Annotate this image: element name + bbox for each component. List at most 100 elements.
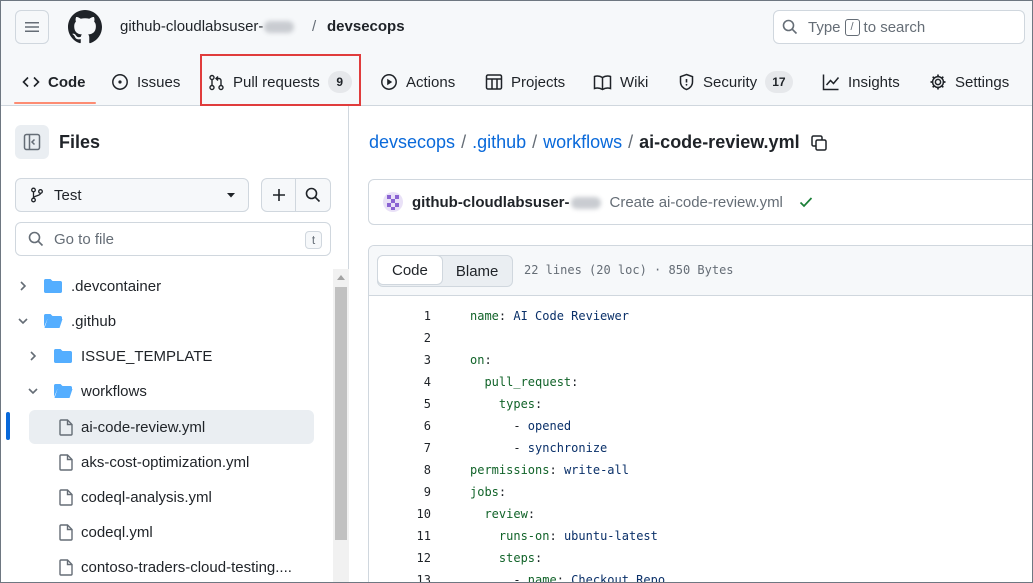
check-icon[interactable] bbox=[798, 194, 814, 210]
tab-label: Projects bbox=[511, 73, 566, 91]
scroll-up-arrow-icon[interactable] bbox=[337, 275, 345, 280]
security-counter: 17 bbox=[765, 71, 793, 93]
book-icon bbox=[593, 74, 612, 90]
line-number[interactable]: 13 bbox=[369, 569, 431, 582]
tree-item-codeql[interactable]: codeql.yml bbox=[59, 515, 331, 549]
code-line: 2 bbox=[369, 327, 1032, 349]
search-input[interactable]: Type / to search bbox=[773, 10, 1025, 44]
line-number[interactable]: 7 bbox=[369, 437, 431, 459]
line-number[interactable]: 8 bbox=[369, 459, 431, 481]
branch-selector[interactable]: Test bbox=[15, 178, 249, 212]
code-view-button[interactable]: Code bbox=[377, 255, 443, 285]
plus-icon bbox=[272, 189, 285, 201]
repo-link[interactable]: devsecops bbox=[327, 18, 405, 35]
code-line: 12 steps: bbox=[369, 547, 1032, 569]
line-number[interactable]: 11 bbox=[369, 525, 431, 547]
github-logo-icon[interactable] bbox=[68, 10, 102, 44]
add-file-button[interactable] bbox=[262, 179, 297, 211]
commit-message[interactable]: Create ai-code-review.yml bbox=[610, 194, 783, 211]
line-number[interactable]: 2 bbox=[369, 327, 431, 349]
chevron-right-icon bbox=[20, 281, 27, 291]
file-icon bbox=[59, 523, 73, 541]
search-icon bbox=[305, 187, 321, 203]
hamburger-icon bbox=[25, 22, 39, 32]
blame-view-button[interactable]: Blame bbox=[442, 256, 513, 286]
line-number[interactable]: 3 bbox=[369, 349, 431, 371]
tree-item-label: ISSUE_TEMPLATE bbox=[81, 347, 213, 365]
line-number[interactable]: 5 bbox=[369, 393, 431, 415]
tab-issues[interactable]: Issues bbox=[111, 59, 180, 105]
commit-author[interactable]: github-cloudlabsuser- bbox=[412, 194, 601, 211]
tab-settings[interactable]: Settings bbox=[929, 59, 1009, 105]
code-line: 11 runs-on: ubuntu-latest bbox=[369, 525, 1032, 547]
line-number[interactable]: 4 bbox=[369, 371, 431, 393]
file-view: devsecops / .github / workflows / ai-cod… bbox=[349, 106, 1032, 582]
menu-button[interactable] bbox=[15, 10, 49, 44]
avatar[interactable] bbox=[383, 192, 403, 212]
tree-item-contoso-traders[interactable]: contoso-traders-cloud-testing.... bbox=[59, 550, 331, 582]
tree-item-ai-code-review[interactable]: ai-code-review.yml bbox=[29, 410, 314, 444]
line-content: permissions: write-all bbox=[470, 463, 629, 477]
line-content: steps: bbox=[498, 551, 543, 565]
shield-icon bbox=[679, 73, 694, 91]
identicon-icon bbox=[387, 195, 399, 210]
file-icon bbox=[59, 558, 73, 576]
breadcrumb-github-link[interactable]: .github bbox=[472, 132, 526, 153]
tree-item-codeql-analysis[interactable]: codeql-analysis.yml bbox=[59, 480, 331, 514]
line-number[interactable]: 9 bbox=[369, 481, 431, 503]
line-number[interactable]: 10 bbox=[369, 503, 431, 525]
file-tree-scrollbar[interactable] bbox=[333, 269, 349, 582]
breadcrumb-workflows-link[interactable]: workflows bbox=[543, 132, 622, 153]
line-number[interactable]: 1 bbox=[369, 305, 431, 327]
tab-projects[interactable]: Projects bbox=[485, 59, 565, 105]
collapse-sidebar-button[interactable] bbox=[15, 125, 49, 159]
selected-tab-indicator bbox=[14, 102, 96, 104]
tab-code[interactable]: Code bbox=[22, 59, 86, 105]
code-line: 4 pull_request: bbox=[369, 371, 1032, 393]
redacted-name bbox=[264, 21, 295, 34]
line-content: runs-on: ubuntu-latest bbox=[498, 529, 658, 543]
search-label: Type bbox=[808, 18, 841, 36]
tab-label: Code bbox=[48, 73, 86, 91]
tree-item-aks-cost-optimization[interactable]: aks-cost-optimization.yml bbox=[59, 445, 331, 479]
line-content: types: bbox=[498, 397, 543, 411]
tree-item-issue-template[interactable]: ISSUE_TEMPLATE bbox=[27, 339, 331, 373]
tree-item-github[interactable]: .github bbox=[17, 304, 331, 338]
chevron-down-icon bbox=[28, 388, 38, 395]
tree-item-label: workflows bbox=[81, 382, 147, 400]
tree-item-label: .github bbox=[71, 312, 117, 330]
go-to-file-input[interactable]: Go to file t bbox=[15, 222, 331, 256]
tree-item-label: aks-cost-optimization.yml bbox=[81, 453, 250, 471]
tab-insights[interactable]: Insights bbox=[822, 59, 900, 105]
line-content: name: AI Code Reviewer bbox=[470, 309, 629, 323]
code-line: 7 - synchronize bbox=[369, 437, 1032, 459]
breadcrumb-separator: / bbox=[461, 132, 467, 152]
tab-label: Settings bbox=[955, 73, 1010, 91]
breadcrumb-separator: / bbox=[312, 18, 317, 35]
graph-icon bbox=[822, 74, 840, 91]
tab-security[interactable]: Security 17 bbox=[678, 59, 793, 105]
code-line: 1 name: AI Code Reviewer bbox=[369, 305, 1032, 327]
tab-label: Security bbox=[703, 73, 758, 91]
view-mode-toggle: Code Blame bbox=[377, 255, 514, 287]
tree-item-label: .devcontainer bbox=[71, 277, 162, 295]
scrollbar-thumb[interactable] bbox=[335, 287, 347, 540]
code-line: 10 review: bbox=[369, 503, 1032, 525]
code-line: 8 permissions: write-all bbox=[369, 459, 1032, 481]
line-number[interactable]: 12 bbox=[369, 547, 431, 569]
tab-actions[interactable]: Actions bbox=[380, 59, 455, 105]
breadcrumb-repo-link[interactable]: devsecops bbox=[369, 132, 455, 153]
line-number[interactable]: 6 bbox=[369, 415, 431, 437]
tab-wiki[interactable]: Wiki bbox=[593, 59, 648, 105]
tree-item-devcontainer[interactable]: .devcontainer bbox=[17, 269, 331, 303]
owner-link[interactable]: github-cloudlabsuser- bbox=[120, 18, 295, 35]
selected-file-indicator bbox=[6, 412, 10, 440]
tree-item-workflows[interactable]: workflows bbox=[27, 374, 331, 408]
branch-name: Test bbox=[54, 186, 82, 204]
file-stats: 22 lines (20 loc) · 850 Bytes bbox=[524, 263, 734, 277]
line-content: - synchronize bbox=[470, 441, 608, 455]
search-label-suffix: to search bbox=[863, 18, 926, 36]
folder-icon bbox=[54, 349, 72, 363]
copy-icon[interactable] bbox=[810, 134, 828, 152]
search-files-button[interactable] bbox=[296, 179, 330, 211]
